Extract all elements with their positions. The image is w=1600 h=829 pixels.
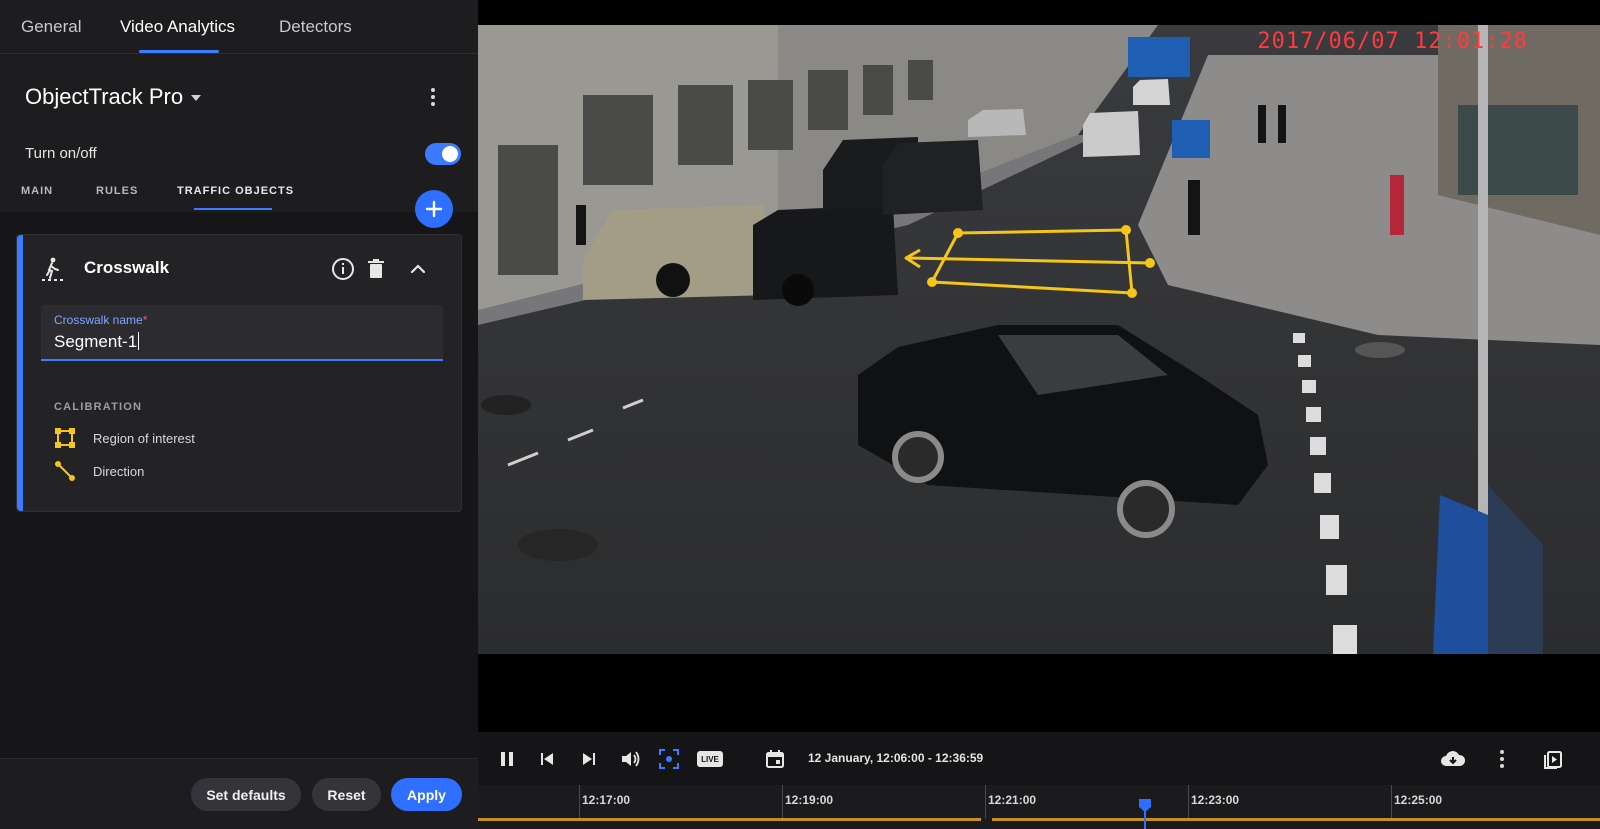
calibration-region-of-interest[interactable]: Region of interest <box>54 427 195 449</box>
chevron-up-icon[interactable] <box>405 256 431 282</box>
enable-toggle[interactable] <box>425 143 461 165</box>
region-of-interest-label: Region of interest <box>93 430 195 446</box>
calendar-icon[interactable] <box>762 746 788 772</box>
timeline-tick <box>782 785 783 818</box>
plugin-selector[interactable]: ObjectTrack Pro <box>25 84 202 110</box>
time-range-text[interactable]: 12 January, 12:06:00 - 12:36:59 <box>808 751 983 765</box>
traffic-objects-list: Crosswalk Crosswalk name* Segment-1 CALI… <box>0 212 478 758</box>
timeline-tick <box>1391 785 1392 818</box>
tab-video-analytics[interactable]: Video Analytics <box>120 17 235 37</box>
set-defaults-button[interactable]: Set defaults <box>191 778 301 811</box>
apply-button[interactable]: Apply <box>391 778 462 811</box>
live-badge-text: LIVE <box>701 754 719 764</box>
timeline-tick-label: 12:21:00 <box>988 793 1037 807</box>
pedestrian-crosswalk-icon <box>42 257 63 281</box>
panel-footer: Set defaults Reset Apply <box>0 758 478 829</box>
plus-icon <box>425 200 443 218</box>
calibration-direction[interactable]: Direction <box>54 460 144 482</box>
tab-traffic-objects[interactable]: TRAFFIC OBJECTS <box>177 185 294 197</box>
card-title: Crosswalk <box>84 258 170 277</box>
pause-icon[interactable] <box>494 746 520 772</box>
player-more-icon[interactable] <box>1490 747 1514 771</box>
tab-rules[interactable]: RULES <box>96 185 138 197</box>
timeline-tick-label: 12:19:00 <box>785 793 834 807</box>
timeline-tick-label: 12:17:00 <box>582 793 631 807</box>
crosswalk-card: Crosswalk Crosswalk name* Segment-1 CALI… <box>16 234 462 512</box>
info-icon[interactable] <box>330 256 356 282</box>
playlist-icon[interactable] <box>1540 746 1566 772</box>
more-options-icon[interactable] <box>421 85 445 109</box>
reset-button[interactable]: Reset <box>312 778 381 811</box>
card-accent <box>17 235 23 511</box>
skip-forward-icon[interactable] <box>576 746 602 772</box>
toggle-label: Turn on/off <box>25 145 97 162</box>
player-controls: LIVE 12 January, 12:06:00 - 12:36:59 <box>478 732 1600 785</box>
recorded-segment <box>992 818 1600 821</box>
sub-tab-bar: MAIN RULES TRAFFIC OBJECTS <box>0 178 478 210</box>
plugin-title: ObjectTrack Pro <box>25 84 184 109</box>
volume-icon[interactable] <box>618 746 644 772</box>
chevron-down-icon <box>191 95 202 101</box>
active-tab-indicator <box>139 50 219 53</box>
settings-panel: General Video Analytics Detectors Object… <box>0 0 478 829</box>
region-of-interest-icon <box>55 428 75 448</box>
skip-back-icon[interactable] <box>534 746 560 772</box>
tab-general[interactable]: General <box>21 17 81 37</box>
cloud-download-icon[interactable] <box>1440 746 1466 772</box>
live-button[interactable]: LIVE <box>696 746 724 772</box>
direction-label: Direction <box>93 463 145 479</box>
add-object-button[interactable] <box>415 190 453 228</box>
video-viewport: 2017/06/07 12:01:28 <box>478 0 1600 732</box>
osd-timestamp: 2017/06/07 12:01:28 <box>1257 29 1528 54</box>
timeline-tick-label: 12:23:00 <box>1191 793 1240 807</box>
playhead-marker[interactable] <box>1138 798 1152 829</box>
timeline[interactable]: 12:17:00 12:19:00 12:21:00 12:23:00 12:2… <box>478 785 1600 829</box>
tab-detectors[interactable]: Detectors <box>279 17 352 37</box>
direction-icon <box>55 461 75 481</box>
recorded-segment <box>478 818 981 821</box>
crosswalk-name-field[interactable]: Crosswalk name* Segment-1 <box>41 305 443 361</box>
crosswalk-name-label: Crosswalk name* <box>54 313 148 327</box>
timeline-tick <box>1188 785 1189 818</box>
active-subtab-indicator <box>194 208 272 210</box>
focus-target-icon[interactable] <box>656 746 682 772</box>
timeline-tick <box>985 785 986 818</box>
top-tab-bar: General Video Analytics Detectors <box>0 0 478 54</box>
tab-main[interactable]: MAIN <box>21 185 53 197</box>
calibration-header: CALIBRATION <box>54 401 143 413</box>
camera-frame[interactable]: 2017/06/07 12:01:28 <box>478 25 1600 654</box>
timeline-tick <box>579 785 580 818</box>
street-scene <box>478 25 1600 654</box>
trash-icon[interactable] <box>363 256 389 282</box>
crosswalk-name-input[interactable]: Segment-1 <box>54 332 140 352</box>
timeline-tick-label: 12:25:00 <box>1394 793 1443 807</box>
